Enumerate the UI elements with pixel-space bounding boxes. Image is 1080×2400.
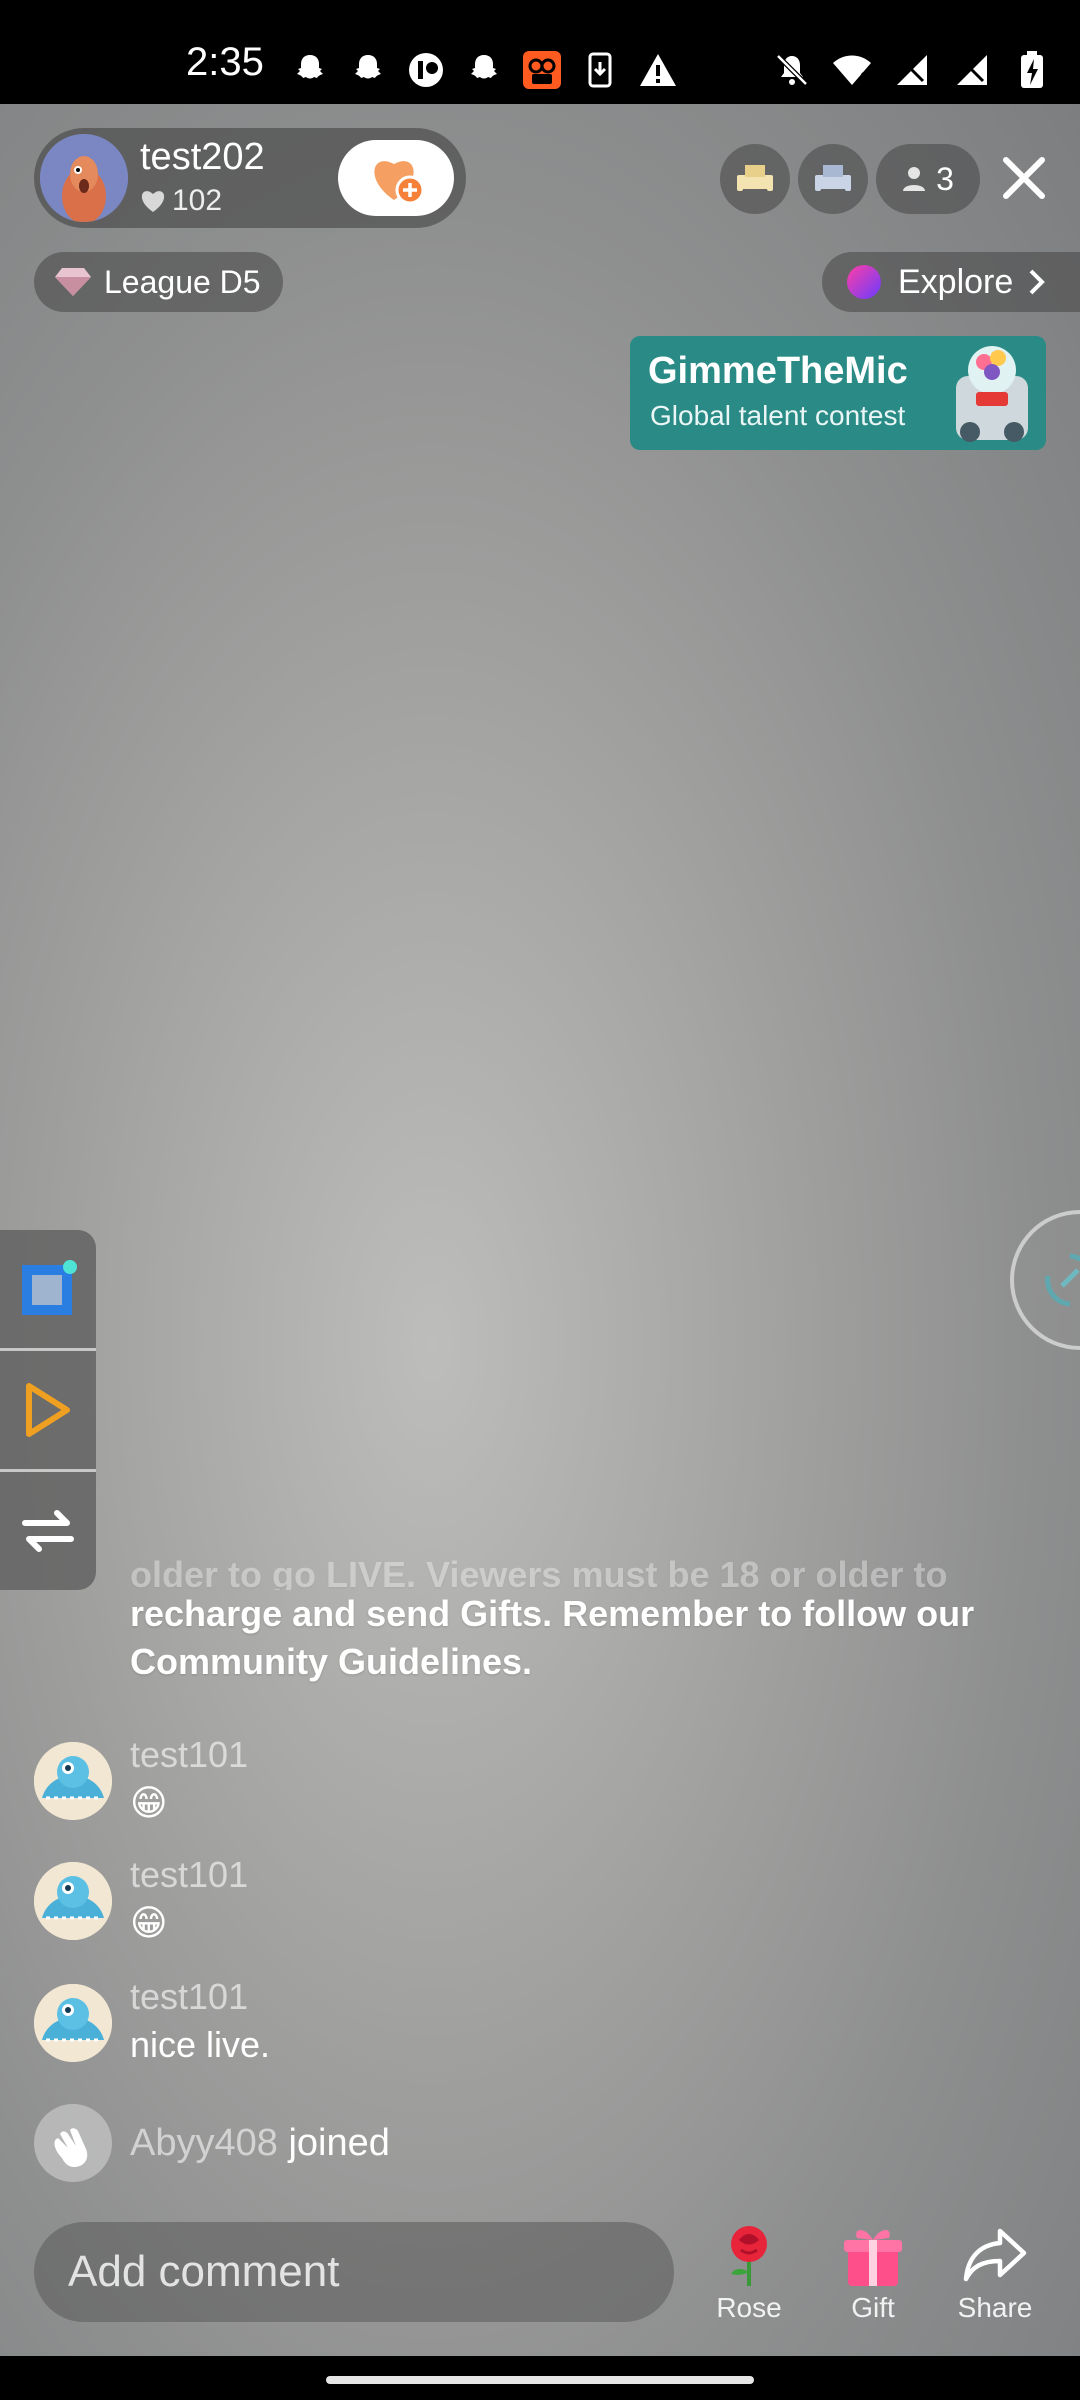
person-icon: [903, 167, 926, 191]
play-button[interactable]: [0, 1351, 96, 1469]
join-username: Abyy408: [130, 2122, 278, 2164]
battery-charging-icon: [1010, 48, 1054, 92]
banner-subtitle: Global talent contest: [650, 400, 906, 431]
chat-text: 😁: [130, 1782, 168, 1823]
robot-mascot-icon: [956, 346, 1028, 442]
diamond-icon: [55, 268, 91, 296]
screen-share-button[interactable]: [0, 1230, 96, 1348]
avatar[interactable]: [34, 1862, 112, 1940]
banner-title: GimmeTheMic: [648, 350, 908, 392]
follow-button[interactable]: [338, 140, 454, 216]
signal-icon: [890, 48, 934, 92]
download-icon: [578, 48, 622, 92]
live-stream-view[interactable]: test202 102 3 League D5 Explore GimmeThe…: [0, 104, 1080, 2356]
share-label: Share: [957, 2292, 1033, 2323]
gift-label: Gift: [851, 2292, 895, 2323]
play-icon: [26, 1383, 70, 1437]
square-app-icon: [22, 1260, 77, 1315]
signal-icon: [950, 48, 994, 92]
mute-icon: [770, 48, 814, 92]
close-button[interactable]: [996, 150, 1052, 206]
guidelines-notice-text: recharge and send Gifts. Remember to fol…: [130, 1593, 975, 1682]
share-button[interactable]: Share: [940, 2220, 1050, 2330]
wifi-icon: [830, 48, 874, 92]
gift-icon: [844, 2230, 902, 2286]
system-icons: [770, 48, 1054, 92]
viewer-count-pill[interactable]: 3: [876, 144, 980, 214]
chat-username: test101: [130, 1734, 249, 1775]
comment-input[interactable]: Add comment: [34, 2222, 674, 2322]
league-badge[interactable]: League D5: [34, 252, 283, 312]
warning-icon: [636, 48, 680, 92]
chat-message[interactable]: test101 nice live.: [34, 1976, 1034, 2076]
chat-text: 😁: [130, 1902, 168, 1943]
swap-arrows-icon: [22, 1510, 74, 1552]
share-icon: [963, 2228, 1027, 2282]
join-message: Abyy408 joined: [130, 2122, 390, 2165]
chat-username: test101: [130, 1976, 249, 2017]
heart-icon: [141, 191, 165, 212]
snapchat-icon: [346, 48, 390, 92]
join-text: joined: [288, 2122, 390, 2164]
close-icon: [1003, 157, 1045, 199]
planet-icon: [847, 265, 881, 299]
league-label: League D5: [104, 263, 261, 300]
avatar[interactable]: [34, 1984, 112, 2062]
chevron-right-icon: [1029, 269, 1046, 295]
guest-seat-icon[interactable]: [720, 144, 790, 214]
host-info-pill[interactable]: test202 102: [34, 128, 466, 228]
avatar[interactable]: [34, 1742, 112, 1820]
guest-seat-icon-2[interactable]: [798, 144, 868, 214]
explore-button[interactable]: Explore: [822, 252, 1080, 312]
rose-icon: [731, 2226, 767, 2286]
floating-assistive-button[interactable]: [1010, 1210, 1080, 1350]
notification-icons: [288, 48, 680, 92]
app-icon: [404, 48, 448, 92]
home-indicator[interactable]: [326, 2376, 754, 2384]
rose-label: Rose: [716, 2292, 782, 2323]
comment-placeholder: Add comment: [68, 2247, 340, 2296]
host-avatar[interactable]: [40, 134, 128, 222]
rose-gift-button[interactable]: Rose: [694, 2220, 804, 2330]
chat-message[interactable]: test101 😁: [34, 1854, 1034, 1954]
floating-toolbar: [0, 1230, 96, 1590]
chat-username: test101: [130, 1854, 249, 1895]
explore-label: Explore: [898, 262, 1014, 301]
status-bar: 2:35: [0, 0, 1080, 104]
snapchat-icon: [288, 48, 332, 92]
camera-app-icon: [520, 48, 564, 92]
refresh-icon: [1045, 1253, 1080, 1307]
wave-hand-icon: [34, 2104, 112, 2182]
host-likes-count: 102: [172, 184, 223, 217]
gift-button[interactable]: Gift: [818, 2220, 928, 2330]
event-banner[interactable]: GimmeTheMic Global talent contest: [630, 336, 1046, 450]
guidelines-notice-faded: older to go LIVE. Viewers must be 18 or …: [130, 1560, 948, 1590]
live-guidelines-notice: older to go LIVE. Viewers must be 18 or …: [130, 1560, 1060, 1686]
chat-text: nice live.: [130, 2024, 271, 2065]
chat-message[interactable]: test101 😁: [34, 1734, 1034, 1834]
switch-button[interactable]: [0, 1472, 96, 1590]
join-notification: Abyy408 joined: [34, 2104, 934, 2184]
viewer-count: 3: [936, 160, 954, 197]
host-likes: 102: [140, 184, 222, 218]
heart-plus-icon: [374, 161, 425, 205]
status-time: 2:35: [186, 40, 264, 84]
host-name: test202: [140, 136, 265, 178]
snapchat-icon: [462, 48, 506, 92]
